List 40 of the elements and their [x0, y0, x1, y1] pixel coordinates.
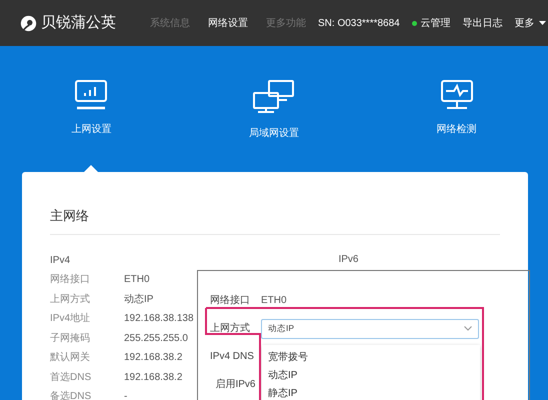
field-value: 192.168.38.2 — [124, 351, 182, 366]
field-value: - — [124, 390, 128, 400]
dropdown-option[interactable]: 静态IP — [262, 384, 480, 400]
cloud-manage-link[interactable]: 云管理 — [420, 16, 451, 30]
column-heading: IPv6 — [338, 254, 358, 264]
field-value: ETH0 — [124, 273, 150, 288]
field-label: 网络接口 — [210, 294, 251, 308]
field-label: IPv4 DNS — [210, 350, 255, 364]
dropdown-option[interactable]: 动态IP — [262, 366, 480, 384]
tab[interactable]: 上网设置 — [71, 80, 112, 137]
serial-number: SN: O033****8684 — [318, 16, 400, 30]
field-label: 上网方式 — [50, 292, 91, 307]
monitor-chart-icon — [74, 80, 108, 110]
logo-icon — [20, 14, 37, 32]
two-monitors-icon — [253, 80, 295, 114]
brand-name: 贝锐蒲公英 — [41, 12, 116, 33]
nav-link[interactable]: 网络设置 — [208, 16, 248, 30]
field-label: 启用IPv6 — [214, 378, 256, 392]
field-label: 网络接口 — [50, 272, 91, 288]
tab[interactable]: 网络检测 — [436, 80, 477, 137]
dropdown-option[interactable]: 宽带拨号 — [262, 348, 480, 366]
field-label: IPv4地址 — [50, 312, 92, 326]
column-heading: IPv4 — [50, 254, 72, 268]
dropdown-select[interactable]: 动态IP — [261, 318, 479, 338]
field-label: 首选DNS — [50, 370, 92, 385]
section-title: 主网络 — [50, 206, 500, 234]
field-value: 192.168.38.2 — [124, 370, 182, 385]
tab[interactable]: 局域网设置 — [249, 80, 299, 141]
field-value: 动态IP — [124, 292, 154, 307]
field-label: 子网掩码 — [50, 332, 91, 346]
monitor-pulse-icon — [440, 80, 474, 110]
more-menu[interactable]: 更多 — [514, 16, 535, 30]
export-log-link[interactable]: 导出日志 — [462, 16, 503, 30]
field-value: 192.168.38.138 — [124, 312, 194, 326]
field-label: 上网方式 — [210, 322, 251, 336]
chevron-down-icon — [464, 326, 472, 331]
field-label: 默认网关 — [50, 350, 91, 366]
field-value: ETH0 — [261, 294, 287, 308]
field-value: 255.255.255.0 — [124, 332, 188, 346]
caret-icon — [538, 21, 546, 25]
